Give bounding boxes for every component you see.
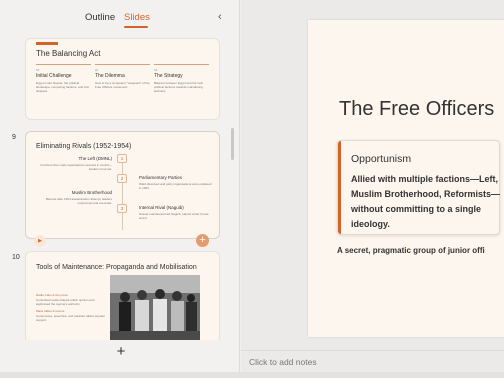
thumb-text: Controlled media shaped public opinion a… bbox=[36, 298, 95, 306]
thumb-column: 03 The Strategy Balance between Egypt an… bbox=[154, 64, 209, 93]
column-number: 03 bbox=[154, 68, 158, 72]
notes-placeholder[interactable]: Click to add notes bbox=[249, 357, 317, 367]
accent-bar bbox=[36, 42, 58, 45]
timeline-node: 2 bbox=[117, 174, 127, 183]
new-slide-button[interactable]: + bbox=[114, 344, 128, 359]
notes-pane[interactable]: Click to add notes bbox=[241, 350, 504, 372]
column-text: Balance between Egypt and the rival poli… bbox=[154, 81, 203, 93]
timeline-text: Crushed when split organisations seemed … bbox=[40, 163, 112, 171]
callout-accent-bar bbox=[338, 141, 341, 234]
panel-scrollbar[interactable] bbox=[231, 128, 234, 160]
callout-heading: Opportunism bbox=[351, 153, 412, 165]
callout-card[interactable]: Opportunism Allied with multiple faction… bbox=[337, 140, 500, 235]
timeline-axis bbox=[122, 158, 123, 230]
slide-thumbnail-10[interactable]: Tools of Maintenance: Propaganda and Mob… bbox=[25, 251, 220, 340]
column-text: How to be a competent "vanguard" of the … bbox=[95, 81, 150, 89]
add-slide-plus-icon[interactable]: + bbox=[196, 234, 209, 247]
active-tab-indicator bbox=[124, 26, 148, 28]
slides-panel: Outline Slides ‹ The Balancing Act 01 In… bbox=[0, 0, 240, 378]
thumb-subheading: Mass rallies & events bbox=[36, 309, 65, 313]
column-text: Egypt under Nasser, the political landsc… bbox=[36, 81, 89, 93]
slide-thumbnail-8[interactable]: The Balancing Act 01 Initial Challenge E… bbox=[25, 38, 220, 120]
thumb-text: Ceremonies, speeches, and parades rallie… bbox=[36, 314, 105, 322]
column-heading: The Strategy bbox=[154, 73, 183, 79]
timeline-heading: The Left (DMNL) bbox=[78, 156, 112, 161]
thumb-title: Tools of Maintenance: Propaganda and Mob… bbox=[36, 264, 197, 271]
slide-thumbnail-9[interactable]: Eliminating Rivals (1952-1954) 1 2 3 The… bbox=[25, 131, 220, 239]
slide-editor: The Free Officers Opportunism Allied wit… bbox=[241, 0, 504, 378]
timeline-heading: Muslim Brotherhood bbox=[71, 190, 112, 195]
callout-body: Allied with multiple factions—Left, Musl… bbox=[351, 174, 501, 229]
play-icon[interactable]: ▶ bbox=[34, 235, 46, 247]
column-heading: Initial Challenge bbox=[36, 73, 72, 79]
thumb-subheading: Radio Cairo & the press bbox=[36, 293, 68, 297]
thumb-column: 02 The Dilemma How to be a competent "va… bbox=[95, 64, 150, 89]
slide-canvas[interactable]: The Free Officers Opportunism Allied wit… bbox=[308, 20, 504, 337]
timeline-node: 3 bbox=[117, 204, 127, 213]
tab-slides[interactable]: Slides bbox=[124, 12, 150, 23]
column-heading: The Dilemma bbox=[95, 73, 125, 79]
column-number: 02 bbox=[95, 68, 99, 72]
thumb-title: Eliminating Rivals (1952-1954) bbox=[36, 143, 132, 150]
slide-number: 9 bbox=[12, 134, 16, 141]
slide-title[interactable]: The Free Officers bbox=[339, 98, 494, 121]
timeline-heading: Internal Rival (Naguib) bbox=[139, 205, 184, 210]
slide-subtext[interactable]: A secret, pragmatic group of junior offi bbox=[337, 246, 485, 255]
column-number: 01 bbox=[36, 68, 40, 72]
tab-outline[interactable]: Outline bbox=[85, 12, 115, 23]
thumb-column: 01 Initial Challenge Egypt under Nasser,… bbox=[36, 64, 91, 93]
historical-photo bbox=[110, 275, 200, 340]
thumb-title: The Balancing Act bbox=[36, 49, 101, 58]
timeline-node: 1 bbox=[117, 154, 127, 163]
slide-thumbnail-list[interactable]: The Balancing Act 01 Initial Challenge E… bbox=[0, 38, 240, 340]
timeline-heading: Parliamentary Parties bbox=[139, 175, 183, 180]
timeline-text: Banned after 1954 assassination attempt;… bbox=[45, 197, 112, 205]
timeline-text: Nasser outmanoeuvred Naguib, placed unde… bbox=[139, 212, 209, 220]
status-bar bbox=[0, 372, 504, 378]
panel-tabs: Outline Slides bbox=[0, 12, 240, 28]
slide-number: 10 bbox=[12, 254, 20, 261]
collapse-panel-button[interactable]: ‹ bbox=[218, 11, 228, 23]
timeline-text: Wafd dissolved and party organisations w… bbox=[139, 182, 212, 190]
